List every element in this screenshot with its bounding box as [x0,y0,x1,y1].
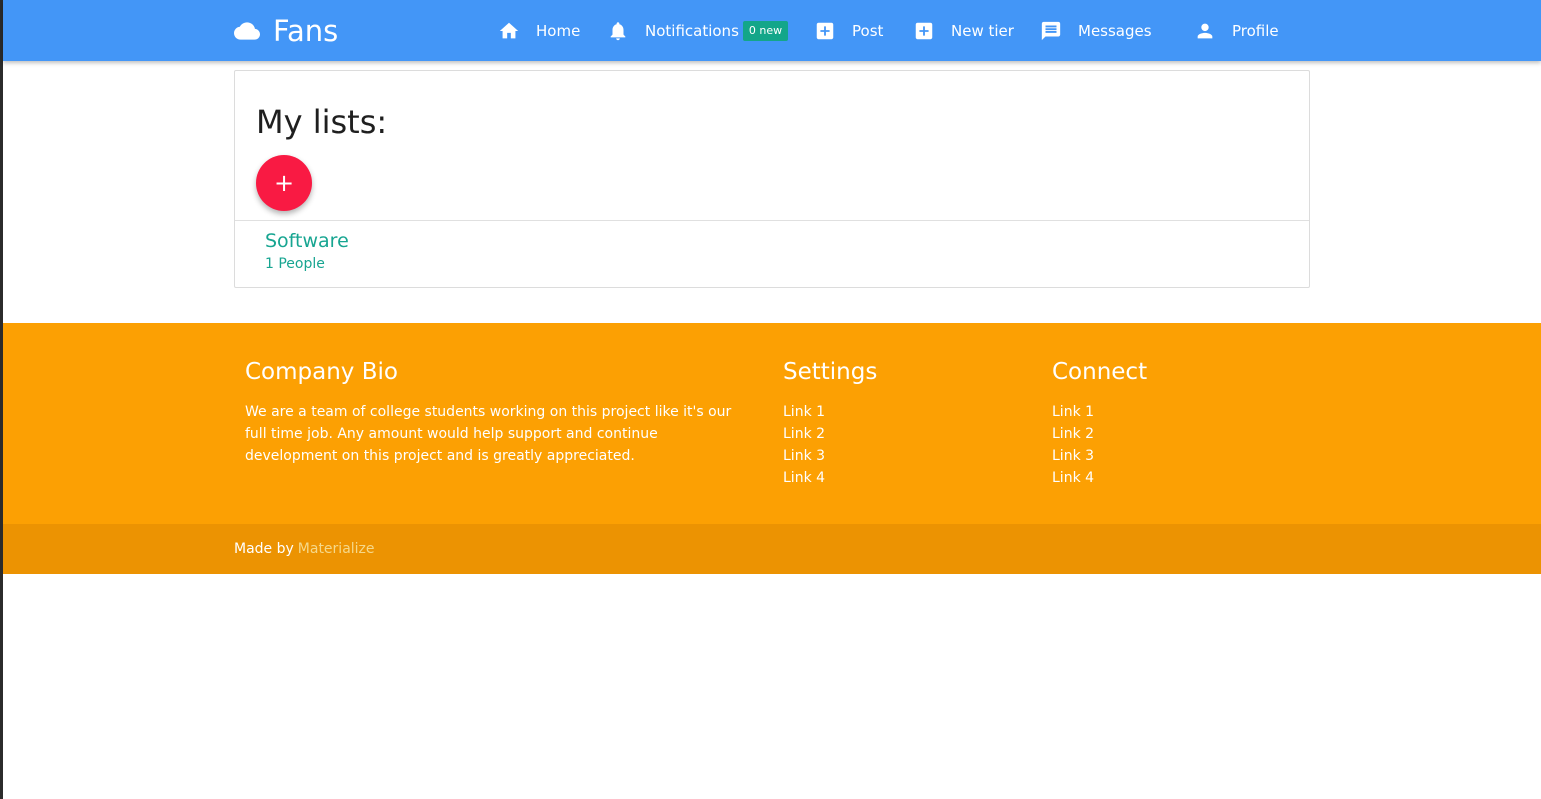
page-footer: Company Bio We are a team of college stu… [3,323,1541,524]
notifications-badge: 0 new [742,20,789,41]
nav-notifications-label: Notifications [645,21,739,40]
page-title: My lists: [256,103,388,141]
cloud-icon [234,21,260,40]
footer-settings-link[interactable]: Link 3 [783,448,825,464]
nav-notifications[interactable]: Notifications 0 new [607,0,789,61]
materialize-link[interactable]: Materialize [298,541,375,557]
footer-bio-title: Company Bio [245,359,398,385]
nav-home-label: Home [536,21,581,40]
footer-settings-link[interactable]: Link 4 [783,470,825,486]
nav-profile[interactable]: Profile [1194,0,1279,61]
top-navbar: Fans Home Notifications 0 new Post New t… [3,0,1541,61]
person-icon [1197,23,1213,38]
bell-icon [610,21,626,40]
footer-settings-links: Link 1 Link 2 Link 3 Link 4 [783,401,825,489]
divider [235,220,1309,221]
list-member-count: 1 People [265,256,325,272]
footer-settings-link[interactable]: Link 2 [783,426,825,442]
footer-copyright: Made by Materialize [3,524,1541,574]
nav-new-tier[interactable]: New tier [913,0,1014,61]
nav-post[interactable]: Post [814,0,883,61]
footer-connect-link[interactable]: Link 1 [1052,404,1094,420]
nav-new-tier-label: New tier [951,21,1014,40]
add-box-icon [816,22,834,39]
list-item[interactable]: Software 1 People [265,230,349,272]
add-box-icon [915,22,933,39]
footer-bio-text: We are a team of college students workin… [245,404,732,464]
copyright-text: Made by Materialize [234,524,375,574]
footer-settings-link[interactable]: Link 1 [783,404,825,420]
nav-post-label: Post [852,21,884,40]
footer-connect-links: Link 1 Link 2 Link 3 Link 4 [1052,401,1094,489]
nav-messages[interactable]: Messages [1040,0,1152,61]
nav-profile-label: Profile [1232,21,1279,40]
brand-name: Fans [273,13,339,48]
home-icon [499,22,519,38]
my-lists-card: My lists: + Software 1 People [234,70,1310,288]
nav-messages-label: Messages [1078,21,1152,40]
footer-connect-title: Connect [1052,359,1148,385]
footer-connect-link[interactable]: Link 4 [1052,470,1094,486]
brand-logo[interactable]: Fans [234,0,338,61]
footer-connect-link[interactable]: Link 2 [1052,426,1094,442]
footer-connect-link[interactable]: Link 3 [1052,448,1094,464]
made-by-label: Made by [234,541,294,557]
nav-home[interactable]: Home [498,0,580,61]
list-name: Software [265,230,349,252]
message-icon [1041,21,1061,40]
add-list-button[interactable]: + [256,155,312,211]
footer-settings-title: Settings [783,359,878,385]
